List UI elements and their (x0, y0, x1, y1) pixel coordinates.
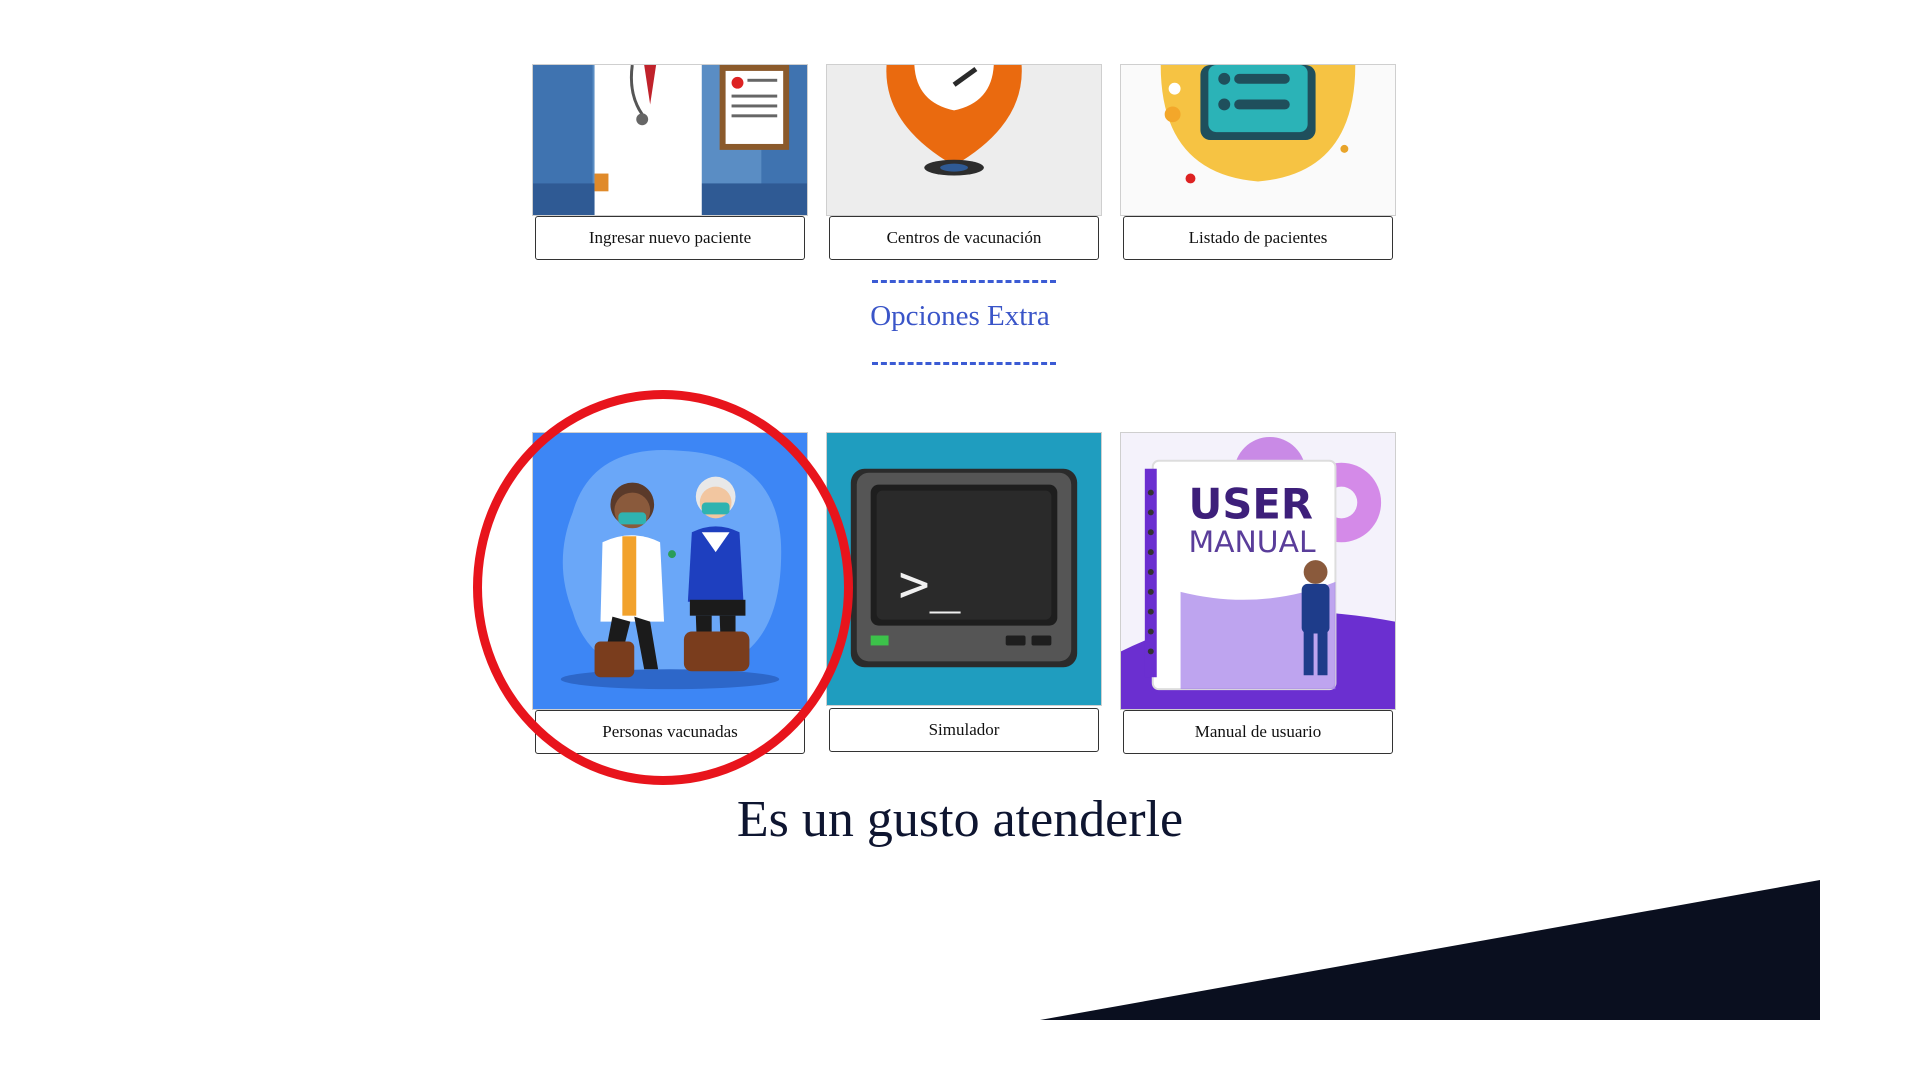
manual-art-line2: MANUAL (1189, 525, 1316, 560)
user-manual-icon[interactable]: USER MANUAL (1120, 432, 1396, 710)
simulador-button[interactable]: Simulador (829, 708, 1099, 752)
main-page: Ingresar nuevo paciente Centros de vacun… (0, 0, 1920, 1080)
decorative-corner-shape (1040, 880, 1820, 1020)
ingresar-paciente-button[interactable]: Ingresar nuevo paciente (535, 216, 805, 260)
terminal-monitor-icon[interactable]: >_ (826, 432, 1102, 706)
manual-usuario-button[interactable]: Manual de usuario (1123, 710, 1393, 754)
doctor-illustration-icon[interactable] (532, 64, 808, 216)
personas-vacunadas-button[interactable]: Personas vacunadas (535, 710, 805, 754)
terminal-prompt: >_ (898, 555, 961, 615)
manual-art-line1: USER (1189, 479, 1313, 528)
listado-pacientes-button[interactable]: Listado de pacientes (1123, 216, 1393, 260)
bottom-dashed-divider (872, 362, 1056, 365)
greeting-text: Es un gusto atenderle (736, 791, 1184, 848)
location-pin-icon[interactable] (826, 64, 1102, 216)
vaccination-illustration-icon[interactable] (532, 432, 808, 710)
top-dashed-divider (872, 280, 1056, 283)
centros-vacunacion-button[interactable]: Centros de vacunación (829, 216, 1099, 260)
patient-list-icon[interactable] (1120, 64, 1396, 216)
section-title: Opciones Extra (870, 300, 1050, 332)
